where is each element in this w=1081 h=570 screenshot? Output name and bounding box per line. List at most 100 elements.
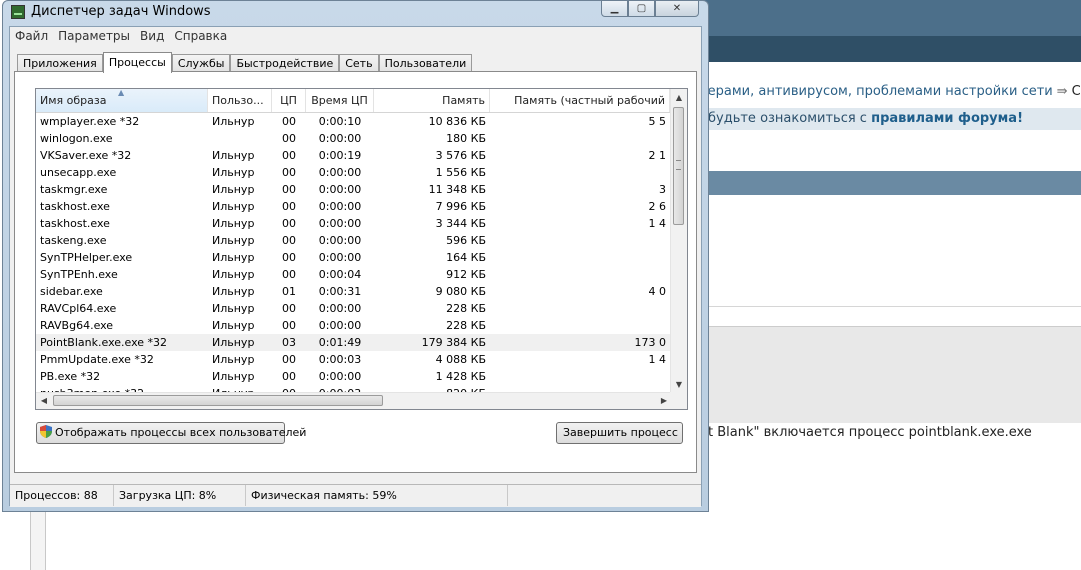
process-list: ▲ Имя образа Пользо... ЦП Время ЦП Памят… <box>35 88 688 410</box>
cell-pmem <box>490 368 670 385</box>
table-row[interactable]: RAVCpl64.exe Ильнур 00 0:00:00 228 КБ <box>36 300 672 317</box>
column-header-name[interactable]: ▲ Имя образа <box>36 89 208 112</box>
cell-mem: 912 КБ <box>446 268 486 281</box>
cell-user: Ильнур <box>212 251 255 264</box>
close-button[interactable]: ✕ <box>655 0 699 17</box>
cell-pmem <box>490 164 670 181</box>
grip-icon <box>676 160 681 170</box>
cell-user <box>208 130 272 147</box>
cell-pmem: 2 1 <box>648 149 667 162</box>
column-header-private-memory[interactable]: Память (частный рабочий <box>490 89 670 112</box>
cell-cpu: 00 <box>282 200 296 213</box>
tab-performance[interactable]: Быстродействие <box>230 54 340 72</box>
vertical-scrollbar[interactable]: ▲ ▼ <box>670 89 687 393</box>
cell-time: 0:00:19 <box>318 149 362 162</box>
tab-users[interactable]: Пользователи <box>378 54 473 72</box>
maximize-button[interactable]: ▢ <box>628 0 655 17</box>
tab-services[interactable]: Службы <box>171 54 231 72</box>
cell-user: Ильнур <box>212 268 255 281</box>
end-process-button[interactable]: Завершить процесс <box>556 422 683 444</box>
column-header-cpu-time[interactable]: Время ЦП <box>306 89 374 112</box>
horizontal-scrollbar[interactable]: ◀ ▶ <box>36 392 672 409</box>
table-row[interactable]: taskmgr.exe Ильнур 00 0:00:00 11 348 КБ 3 <box>36 181 672 198</box>
menu-view[interactable]: Вид <box>135 27 169 47</box>
create-link[interactable]: Создать <box>1072 84 1081 99</box>
cell-name: taskmgr.exe <box>40 183 108 196</box>
cell-name: sidebar.exe <box>40 285 103 298</box>
cell-time: 0:00:00 <box>318 251 362 264</box>
cell-name: taskeng.exe <box>40 234 107 247</box>
cell-cpu: 00 <box>282 302 296 315</box>
minimize-button[interactable]: ▁ <box>601 0 628 17</box>
table-row[interactable]: taskhost.exe Ильнур 00 0:00:00 7 996 КБ 2 6 <box>36 198 672 215</box>
forum-breadcrumb-link[interactable]: верами, антивирусом, проблемами настройк… <box>700 84 1053 99</box>
table-row[interactable]: winlogon.exe 00 0:00:00 180 КБ <box>36 130 672 147</box>
post-header-area <box>700 326 1081 423</box>
cell-cpu: 00 <box>282 183 296 196</box>
cell-name: PB.exe *32 <box>40 370 101 383</box>
tab-processes[interactable]: Процессы <box>102 52 172 73</box>
table-row[interactable]: SynTPHelper.exe Ильнур 00 0:00:00 164 КБ <box>36 249 672 266</box>
table-row[interactable]: wmplayer.exe *32 Ильнур 00 0:00:10 10 836 КБ… <box>36 113 672 130</box>
cell-time: 0:00:00 <box>318 234 362 247</box>
vertical-scroll-thumb[interactable] <box>673 107 684 225</box>
sort-ascending-icon: ▲ <box>118 89 125 97</box>
cell-user: Ильнур <box>212 183 255 196</box>
title-bar[interactable]: Диспетчер задач Windows ▁ ▢ ✕ <box>3 0 708 25</box>
cell-name: taskhost.exe <box>40 200 110 213</box>
menu-file[interactable]: Файл <box>10 27 53 47</box>
cell-time: 0:00:00 <box>318 200 362 213</box>
cell-mem: 10 836 КБ <box>428 115 486 128</box>
cell-mem: 4 088 КБ <box>435 353 486 366</box>
cell-cpu: 00 <box>282 149 296 162</box>
cell-cpu: 00 <box>282 234 296 247</box>
cell-mem: 596 КБ <box>446 234 486 247</box>
scroll-up-icon[interactable]: ▲ <box>671 89 687 106</box>
column-header-user[interactable]: Пользо... <box>208 89 272 112</box>
menu-options[interactable]: Параметры <box>53 27 135 47</box>
horizontal-scroll-thumb[interactable] <box>53 395 383 406</box>
show-all-processes-label: Отображать процессы всех пользователей <box>55 426 307 439</box>
cell-pmem <box>490 249 670 266</box>
table-row[interactable]: taskhost.exe Ильнур 00 0:00:00 3 344 КБ 1 4 <box>36 215 672 232</box>
cell-name: RAVBg64.exe <box>40 319 114 332</box>
table-row[interactable]: VKSaver.exe *32 Ильнур 00 0:00:19 3 576 КБ 2 … <box>36 147 672 164</box>
table-row[interactable]: PmmUpdate.exe *32 Ильнур 00 0:00:03 4 088 КБ… <box>36 351 672 368</box>
menu-help[interactable]: Справка <box>169 27 232 47</box>
cell-user: Ильнур <box>212 302 255 315</box>
cell-cpu: 00 <box>282 115 296 128</box>
cell-mem: 1 428 КБ <box>435 370 486 383</box>
notice-exclamation: ! <box>1017 111 1023 126</box>
cell-pmem: 3 <box>659 183 666 196</box>
cell-user: Ильнур <box>212 285 255 298</box>
table-row[interactable]: PointBlank.exe.exe *32 Ильнур 03 0:01:49 179… <box>36 334 672 351</box>
table-row[interactable]: PB.exe *32 Ильнур 00 0:00:00 1 428 КБ <box>36 368 672 385</box>
cell-user: Ильнур <box>212 234 255 247</box>
scroll-down-icon[interactable]: ▼ <box>671 376 687 393</box>
processes-panel: ▲ Имя образа Пользо... ЦП Время ЦП Памят… <box>14 71 697 473</box>
show-all-processes-button[interactable]: Отображать процессы всех пользователей <box>36 422 306 444</box>
column-header-cpu[interactable]: ЦП <box>272 89 306 112</box>
table-row[interactable]: SynTPEnh.exe Ильнур 00 0:00:04 912 КБ <box>36 266 672 283</box>
forum-notice: будьте ознакомиться с правилами форума! <box>700 108 1081 130</box>
scroll-left-icon[interactable]: ◀ <box>36 393 52 409</box>
tab-network[interactable]: Сеть <box>339 54 379 72</box>
cell-pmem <box>490 266 670 283</box>
cell-mem: 1 556 КБ <box>435 166 486 179</box>
cell-cpu: 03 <box>282 336 296 349</box>
table-row[interactable]: unsecapp.exe Ильнур 00 0:00:00 1 556 КБ <box>36 164 672 181</box>
forum-rules-link[interactable]: правилами форума <box>871 111 1017 126</box>
table-row[interactable]: RAVBg64.exe Ильнур 00 0:00:00 228 КБ <box>36 317 672 334</box>
cell-time: 0:00:00 <box>318 370 362 383</box>
list-header: ▲ Имя образа Пользо... ЦП Время ЦП Памят… <box>36 89 672 113</box>
window-title: Диспетчер задач Windows <box>31 4 211 19</box>
column-header-memory[interactable]: Память <box>374 89 490 112</box>
table-row[interactable]: taskeng.exe Ильнур 00 0:00:00 596 КБ <box>36 232 672 249</box>
cell-pmem <box>490 300 670 317</box>
tab-applications[interactable]: Приложения <box>17 54 103 72</box>
cell-name: winlogon.exe <box>40 132 113 145</box>
table-row[interactable]: sidebar.exe Ильнур 01 0:00:31 9 080 КБ 4 0 <box>36 283 672 300</box>
cell-time: 0:00:10 <box>318 115 362 128</box>
cell-name: PointBlank.exe.exe *32 <box>40 336 168 349</box>
page-scroll-strip <box>30 510 46 570</box>
